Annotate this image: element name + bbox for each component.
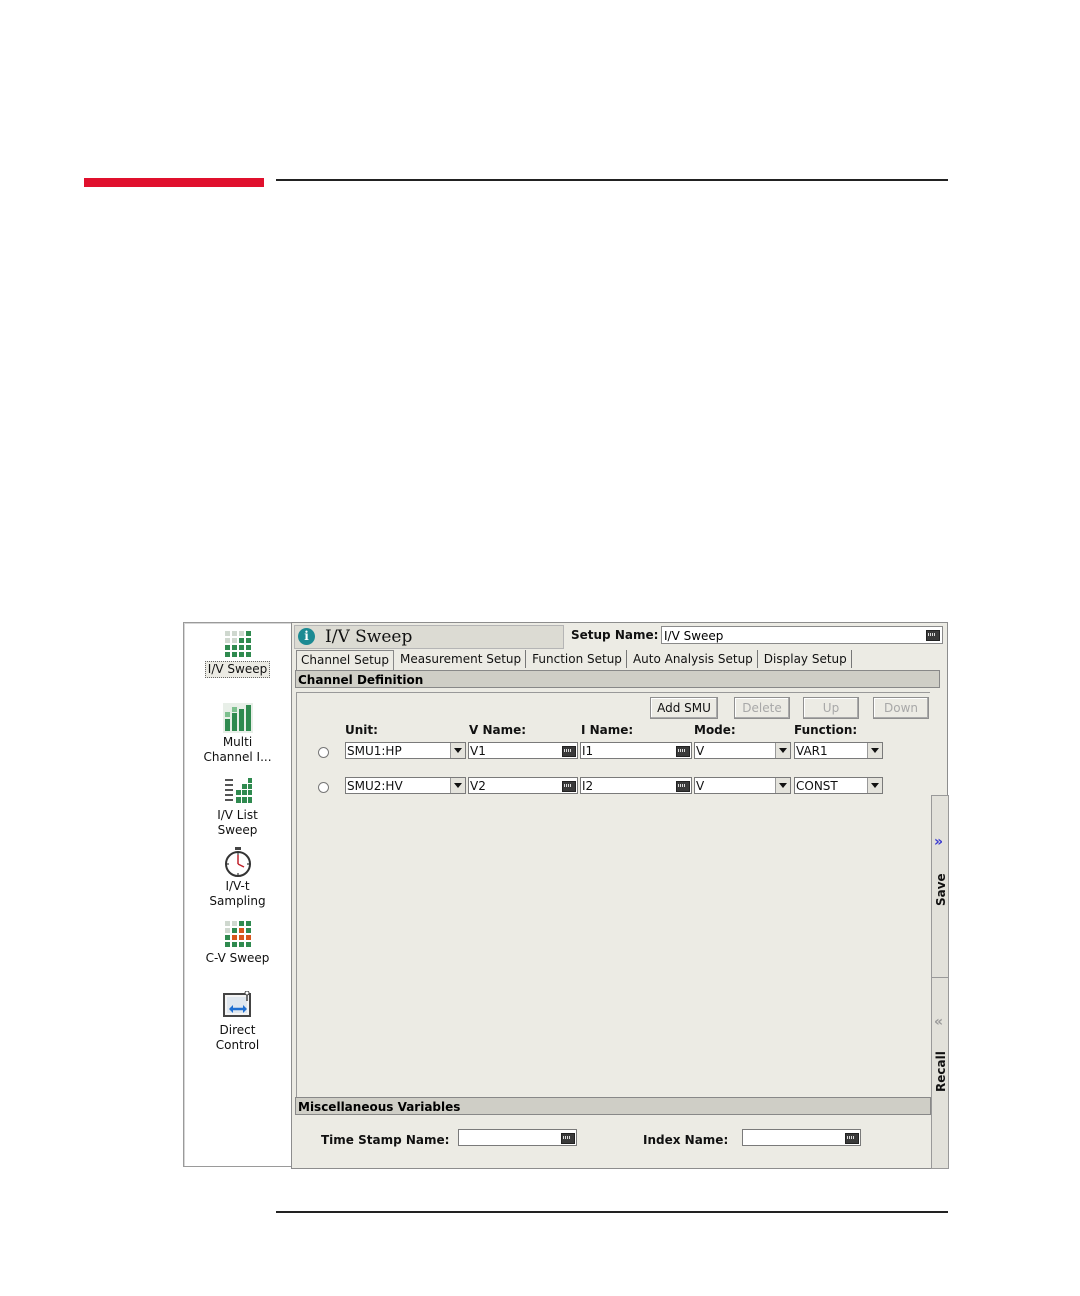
palette-item-label: Direct bbox=[219, 1023, 256, 1037]
palette-item-label: I/V-t bbox=[225, 879, 250, 893]
timestamp-name-input[interactable] bbox=[458, 1129, 577, 1146]
keyboard-icon[interactable] bbox=[562, 746, 576, 757]
cv-sweep-icon bbox=[222, 919, 253, 949]
stopwatch-icon bbox=[224, 847, 251, 877]
palette-item-label: I/V Sweep bbox=[204, 661, 271, 678]
setup-name-label: Setup Name: bbox=[571, 628, 659, 642]
unit-column-header: Unit: bbox=[345, 723, 378, 737]
window-title: I/V Sweep bbox=[325, 627, 413, 647]
red-accent-bar bbox=[84, 178, 264, 187]
index-name-input[interactable] bbox=[742, 1129, 861, 1146]
unit-value: SMU2:HV bbox=[347, 779, 403, 793]
chevron-down-icon[interactable] bbox=[450, 778, 465, 793]
channel-definition-header: Channel Definition bbox=[295, 670, 940, 688]
mode-select[interactable]: V bbox=[694, 742, 791, 759]
chevron-down-icon[interactable] bbox=[775, 743, 790, 758]
function-value: VAR1 bbox=[796, 744, 828, 758]
chevron-down-icon[interactable] bbox=[450, 743, 465, 758]
timestamp-name-label: Time Stamp Name: bbox=[321, 1133, 450, 1147]
info-icon[interactable]: i bbox=[298, 628, 315, 645]
setup-name-input[interactable]: I/V Sweep bbox=[661, 626, 943, 644]
channel-row-radio[interactable] bbox=[318, 747, 329, 758]
palette-item-multi-channel[interactable]: Multi Channel I... bbox=[184, 703, 291, 765]
palette-item-ivt-sampling[interactable]: I/V-t Sampling bbox=[184, 847, 291, 909]
tab-function-setup[interactable]: Function Setup bbox=[528, 650, 627, 668]
recall-side-tab[interactable]: « Recall bbox=[931, 977, 949, 1169]
iname-input[interactable]: I2 bbox=[580, 777, 692, 794]
unit-select[interactable]: SMU2:HV bbox=[345, 777, 466, 794]
palette-item-label: C-V Sweep bbox=[205, 951, 270, 965]
keyboard-icon[interactable] bbox=[676, 746, 690, 757]
unit-select[interactable]: SMU1:HP bbox=[345, 742, 466, 759]
index-name-label: Index Name: bbox=[643, 1133, 729, 1147]
double-chevron-right-icon: » bbox=[934, 834, 944, 850]
function-column-header: Function: bbox=[794, 723, 858, 737]
palette-item-iv-sweep[interactable]: I/V Sweep bbox=[184, 629, 291, 678]
palette-item-iv-list-sweep[interactable]: I/V List Sweep bbox=[184, 776, 291, 838]
function-value: CONST bbox=[796, 779, 838, 793]
chevron-down-icon[interactable] bbox=[775, 778, 790, 793]
keyboard-icon[interactable] bbox=[926, 630, 940, 641]
save-label: Save bbox=[934, 873, 948, 906]
keyboard-icon[interactable] bbox=[676, 781, 690, 792]
delete-button[interactable]: Delete bbox=[734, 697, 790, 719]
mode-value: V bbox=[696, 744, 705, 758]
unit-value: SMU1:HP bbox=[347, 744, 402, 758]
iv-sweep-window: i I/V Sweep Setup Name: I/V Sweep Channe… bbox=[291, 622, 949, 1169]
up-button[interactable]: Up bbox=[803, 697, 859, 719]
setup-name-value: I/V Sweep bbox=[664, 629, 724, 643]
keyboard-icon[interactable] bbox=[561, 1133, 575, 1144]
function-select[interactable]: CONST bbox=[794, 777, 883, 794]
iname-column-header: I Name: bbox=[581, 723, 634, 737]
chevron-down-icon[interactable] bbox=[867, 743, 882, 758]
palette-item-label-2: Channel I... bbox=[203, 750, 272, 764]
vname-column-header: V Name: bbox=[469, 723, 527, 737]
palette-item-label: I/V List bbox=[217, 808, 258, 822]
vname-value: V1 bbox=[470, 744, 486, 758]
down-button[interactable]: Down bbox=[873, 697, 929, 719]
tab-measurement-setup[interactable]: Measurement Setup bbox=[396, 650, 527, 668]
tab-strip: Channel Setup Measurement Setup Function… bbox=[296, 650, 854, 671]
palette-item-label-2: Control bbox=[215, 1038, 260, 1052]
add-smu-button[interactable]: Add SMU bbox=[650, 697, 718, 719]
iname-input[interactable]: I1 bbox=[580, 742, 692, 759]
vname-input[interactable]: V2 bbox=[468, 777, 578, 794]
title-bar: i I/V Sweep bbox=[294, 625, 564, 649]
mode-column-header: Mode: bbox=[694, 723, 736, 737]
palette-item-label: Multi bbox=[222, 735, 253, 749]
keyboard-icon[interactable] bbox=[845, 1133, 859, 1144]
measurement-palette: I/V Sweep Multi Channel I... I/V List Sw… bbox=[183, 622, 292, 1167]
tab-auto-analysis-setup[interactable]: Auto Analysis Setup bbox=[629, 650, 758, 668]
tab-channel-setup[interactable]: Channel Setup bbox=[296, 650, 395, 671]
save-side-tab[interactable]: » Save bbox=[931, 795, 949, 979]
mode-select[interactable]: V bbox=[694, 777, 791, 794]
bottom-rule bbox=[276, 1211, 948, 1213]
vname-value: V2 bbox=[470, 779, 486, 793]
iv-list-sweep-icon bbox=[222, 776, 253, 806]
palette-item-label-2: Sweep bbox=[217, 823, 258, 837]
recall-label: Recall bbox=[934, 1051, 948, 1092]
palette-item-direct-control[interactable]: Direct Control bbox=[184, 991, 291, 1053]
vname-input[interactable]: V1 bbox=[468, 742, 578, 759]
double-chevron-left-icon: « bbox=[934, 1014, 944, 1030]
channel-row-radio[interactable] bbox=[318, 782, 329, 793]
iname-value: I1 bbox=[582, 744, 594, 758]
iv-sweep-icon bbox=[222, 629, 253, 659]
function-select[interactable]: VAR1 bbox=[794, 742, 883, 759]
mode-value: V bbox=[696, 779, 705, 793]
multi-channel-icon bbox=[222, 703, 253, 733]
palette-item-label-2: Sampling bbox=[209, 894, 266, 908]
top-rule bbox=[276, 179, 948, 181]
tab-display-setup[interactable]: Display Setup bbox=[760, 650, 852, 668]
keyboard-icon[interactable] bbox=[562, 781, 576, 792]
iname-value: I2 bbox=[582, 779, 594, 793]
direct-control-icon bbox=[222, 991, 251, 1017]
palette-item-cv-sweep[interactable]: C-V Sweep bbox=[184, 919, 291, 966]
chevron-down-icon[interactable] bbox=[867, 778, 882, 793]
misc-variables-header: Miscellaneous Variables bbox=[295, 1097, 931, 1115]
